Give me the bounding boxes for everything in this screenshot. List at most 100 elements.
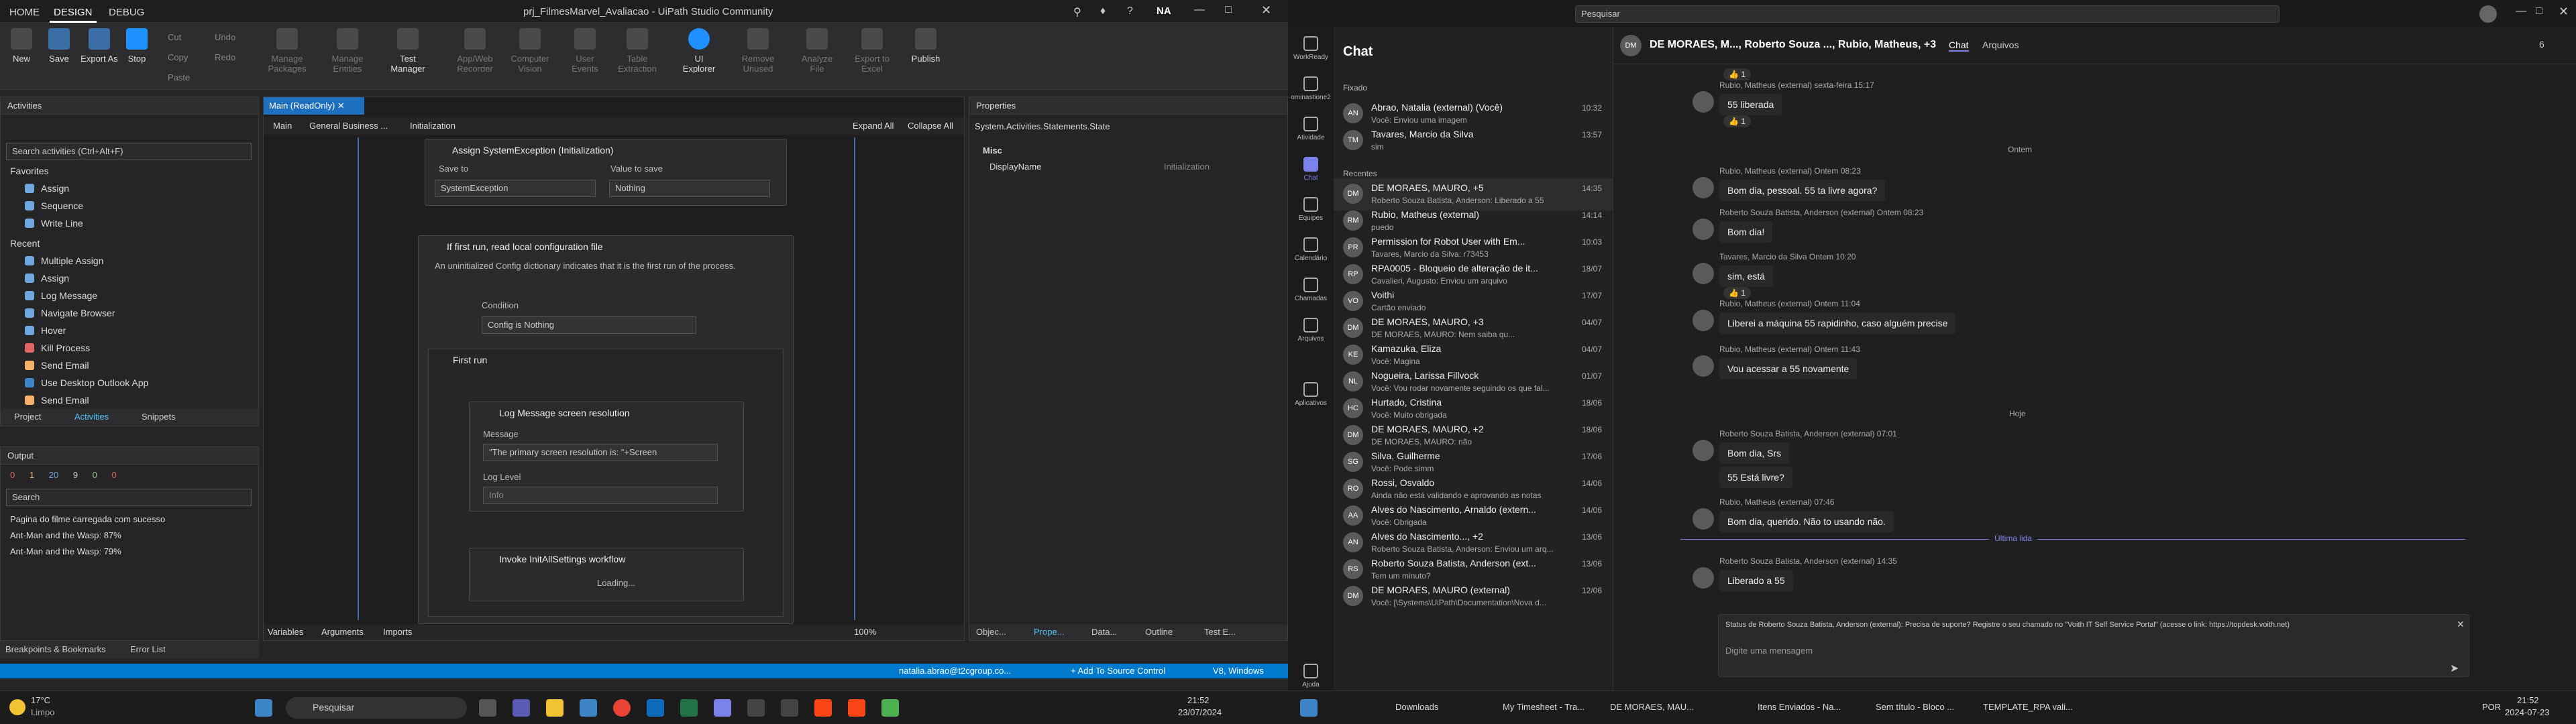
message-bubble[interactable]: Bom dia, pessoal. 55 ta livre agora? [1719,180,1886,201]
save-button[interactable]: Save [38,28,80,64]
reaction-badge[interactable]: 👍 1 [1723,287,1751,299]
taskbar-app-outlook[interactable]: Itens Enviados - Na... [1758,702,1841,712]
message-bubble[interactable]: 55 liberada [1719,94,1782,115]
taskbar-app-excel[interactable]: TEMPLATE_RPA vali... [1983,702,2073,712]
log-level-select[interactable]: Info [483,487,718,504]
pinned-label[interactable]: Fixado [1343,83,1367,93]
avatar[interactable] [1693,567,1714,589]
test-manager-button[interactable]: Test Manager [386,28,429,74]
avatar[interactable] [1693,440,1714,461]
debug-count[interactable]: 0 [93,470,97,480]
tab-home[interactable]: HOME [5,4,44,21]
breadcrumb-item[interactable]: Main [273,121,292,131]
output-search-input[interactable]: Search [6,489,252,506]
avatar[interactable] [1693,219,1714,240]
recent-group[interactable]: Recent [10,238,40,249]
log-message-activity[interactable]: Log Message screen resolution Message "T… [469,402,744,511]
explorer-icon[interactable] [546,699,564,717]
app-icon[interactable] [881,699,899,717]
rail-item-app[interactable]: ominastione2 [1288,76,1334,101]
info-count[interactable]: 20 [49,470,58,480]
assign-activity[interactable]: Assign SystemException (Initialization) … [425,139,787,206]
bell-icon[interactable]: ♦ [1100,5,1106,17]
recent-label[interactable]: Recentes [1343,169,1377,178]
analyze-file-button[interactable]: Analyze File [796,28,839,74]
chat-list-item[interactable]: TM Tavares, Marcio da Silva sim 13:57 [1334,125,1613,157]
message-bubble[interactable]: Bom dia, querido. Não to usando não. [1719,511,1894,532]
start-icon[interactable] [1300,699,1318,717]
message-field[interactable]: "The primary screen resolution is: "+Scr… [483,444,718,461]
avatar[interactable] [1693,508,1714,530]
trace-count[interactable]: 9 [73,470,78,480]
invoke-workflow-activity[interactable]: Invoke InitAllSettings workflow Loading.… [469,548,744,601]
message-bubble[interactable]: Liberado a 55 [1719,570,1793,591]
user-events-button[interactable]: User Events [564,28,606,74]
app-icon[interactable] [781,699,798,717]
expand-all-button[interactable]: Expand All [853,121,894,131]
redo-button[interactable]: Redo [215,52,235,62]
activity-item[interactable]: Hover [25,325,66,336]
uipath-studio-icon[interactable] [848,699,865,717]
taskview-icon[interactable] [479,699,496,717]
undo-button[interactable]: Undo [215,32,235,42]
manage-packages-button[interactable]: Manage Packages [266,28,309,74]
tab-properties[interactable]: Prope... [1034,627,1065,637]
message-bubble[interactable]: Vou acessar a 55 novamente [1719,358,1858,379]
tab-test-explorer[interactable]: Test E... [1204,627,1236,637]
copy-button[interactable]: Copy [168,52,188,62]
activity-item[interactable]: Write Line [25,218,83,229]
tab-snippets[interactable]: Snippets [142,412,176,422]
fatal-count[interactable]: 0 [112,470,117,480]
export-as-button[interactable]: Export As [78,28,121,64]
taskbar-app-downloads[interactable]: Downloads [1395,702,1438,712]
tab-project[interactable]: Project [14,412,41,422]
conversation-title[interactable]: DE MORAES, M..., Roberto Souza ..., Rubi… [1650,39,1936,51]
avatar[interactable] [1693,310,1714,331]
taskbar-app-notepad[interactable]: Sem título - Bloco ... [1876,702,1954,712]
tab-chat[interactable]: Chat [1949,40,1969,52]
weather-temp[interactable]: 17°C [31,695,50,705]
participants-count[interactable]: 6 [2539,39,2544,50]
warning-count[interactable]: 1 [30,470,34,480]
message-bubble[interactable]: Liberei a máquina 55 rapidinho, caso alg… [1719,312,1956,334]
rail-item-activity[interactable]: Atividade [1288,117,1334,141]
taskbar-search[interactable]: Pesquisar [286,697,467,719]
activity-item[interactable]: Kill Process [25,343,90,353]
activities-search-input[interactable]: Search activities (Ctrl+Alt+F) [6,143,252,160]
teams-app-icon[interactable] [513,699,530,717]
tab-imports[interactable]: Imports [383,627,412,637]
close-icon[interactable]: ✕ [1261,3,1271,17]
value-field[interactable]: Nothing [609,180,770,197]
tab-debug[interactable]: DEBUG [105,4,148,21]
clock-date-right[interactable]: 2024-07-23 [2505,707,2550,717]
favorites-group[interactable]: Favorites [10,166,49,176]
rail-item-files[interactable]: Arquivos [1288,318,1334,343]
send-icon[interactable]: ➤ [2450,662,2459,675]
outlook-icon[interactable] [647,699,664,717]
breadcrumb-item[interactable]: General Business ... [309,121,388,131]
misc-category[interactable]: Misc [983,145,1002,156]
tab-arguments[interactable]: Arguments [321,627,364,637]
tab-activities[interactable]: Activities [74,412,109,422]
activity-item[interactable]: Navigate Browser [25,308,115,318]
taskbar-app-teams-chat[interactable]: DE MORAES, MAU... [1610,702,1694,712]
message-bubble[interactable]: Bom dia! [1719,221,1773,243]
computer-vision-button[interactable]: Computer Vision [508,28,551,74]
avatar[interactable] [1693,91,1714,113]
help-icon[interactable]: ? [1127,5,1133,17]
error-count[interactable]: 0 [10,470,15,480]
activity-item[interactable]: Use Desktop Outlook App [25,377,148,388]
teams-icon[interactable] [714,699,731,717]
reaction-badge[interactable]: 👍 1 [1723,68,1751,80]
breadcrumb-item[interactable]: Initialization [410,121,455,131]
rail-item-teams[interactable]: Equipes [1288,197,1334,222]
clock-time[interactable]: 21:52 [1187,695,1210,705]
chrome-icon[interactable] [613,699,631,717]
rail-item-calls[interactable]: Chamadas [1288,278,1334,302]
rail-item-calendar[interactable]: Calendário [1288,237,1334,262]
app-icon[interactable] [747,699,765,717]
tab-variables[interactable]: Variables [268,627,303,637]
clock-date[interactable]: 23/07/2024 [1178,707,1222,717]
activity-item[interactable]: Assign [25,183,69,194]
add-source-control[interactable]: + Add To Source Control [1071,666,1165,676]
